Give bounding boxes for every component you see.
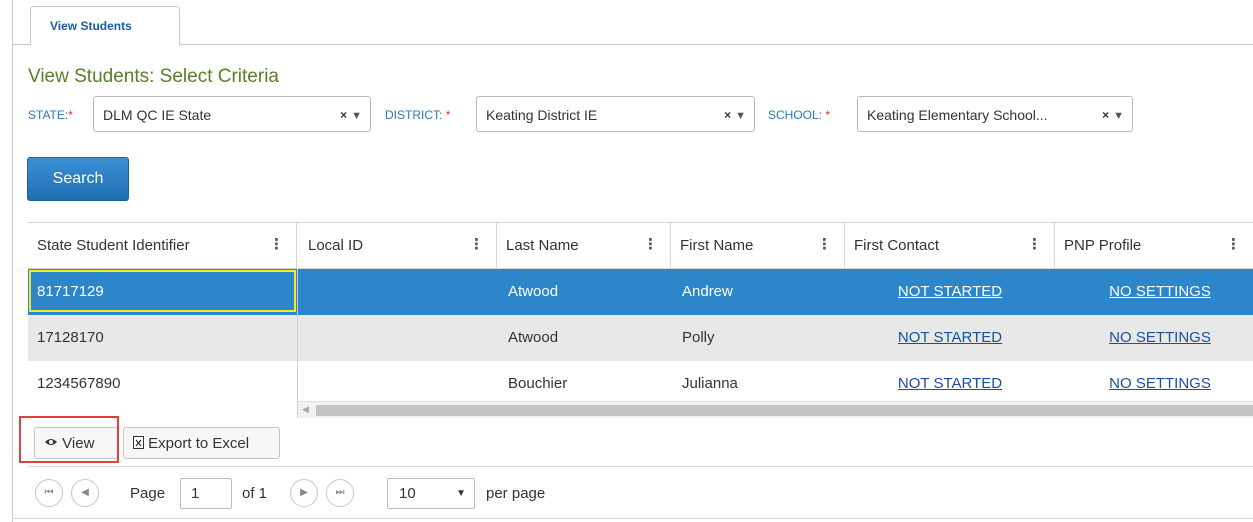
search-button[interactable]: Search [27,157,129,201]
column-menu-icon[interactable]: ⋮ [643,235,658,253]
clear-icon[interactable]: × [340,108,347,122]
pnp-profile-link[interactable]: NO SETTINGS [1109,375,1211,392]
state-select-value: DLM QC IE State [103,107,212,123]
divider [12,518,1253,519]
cell-first-name[interactable]: Polly [671,315,845,361]
district-label: DISTRICT: * [385,108,451,122]
district-select-value: Keating District IE [486,107,598,123]
pnp-profile-link[interactable]: NO SETTINGS [1109,283,1211,300]
cell-last-name[interactable]: Atwood [497,315,671,361]
focused-cell-outline [29,270,296,312]
last-page-icon[interactable]: ⏭ [326,479,354,507]
cell-last-name[interactable]: Atwood [497,269,671,315]
column-header-local-id[interactable]: Local ID ⋮ [297,223,497,269]
cell-first-name[interactable]: Andrew [671,269,845,315]
chevron-down-icon[interactable]: ▼ [351,110,362,122]
next-page-icon[interactable]: ▶ [290,479,318,507]
cell-local-id[interactable] [297,315,497,361]
page-number-input[interactable]: 1 [180,478,232,509]
table-row[interactable]: 17128170 Atwood Polly NOT STARTED NO SET… [28,315,1253,361]
export-button-label: Export to Excel [148,435,250,452]
clear-icon[interactable]: × [1102,108,1109,122]
school-select-value: Keating Elementary School... [867,107,1048,123]
cell-ssid[interactable]: 1234567890 [28,361,297,407]
pnp-profile-link[interactable]: NO SETTINGS [1109,329,1211,346]
students-grid: State Student Identifier ⋮ Local ID ⋮ Last… [28,222,1253,418]
horizontal-scrollbar[interactable]: ◀ [298,401,1253,418]
cell-ssid[interactable]: 17128170 [28,315,297,361]
state-label: STATE:* [28,108,73,122]
page-size-select[interactable]: 10 ▼ [387,478,475,509]
scroll-left-icon[interactable]: ◀ [302,404,309,415]
grid-header-row: State Student Identifier ⋮ Local ID ⋮ Last… [28,223,1253,269]
per-page-label: per page [486,485,546,502]
prev-page-icon[interactable]: ◀ [71,479,99,507]
chevron-down-icon: ▼ [456,488,466,499]
scrollbar-thumb[interactable] [316,405,1253,416]
column-menu-icon[interactable]: ⋮ [1027,235,1042,253]
chevron-down-icon[interactable]: ▼ [1113,110,1124,122]
school-select[interactable]: Keating Elementary School... × ▼ [857,96,1133,132]
view-button-highlight [19,416,119,463]
column-menu-icon[interactable]: ⋮ [469,235,484,253]
page-label: Page [130,485,166,502]
column-header-last-name[interactable]: Last Name ⋮ [497,223,671,269]
column-menu-icon[interactable]: ⋮ [1226,235,1241,253]
column-header-pnp-profile[interactable]: PNP Profile ⋮ [1055,223,1253,269]
column-menu-icon[interactable]: ⋮ [269,235,284,253]
cell-local-id[interactable] [297,269,497,315]
pager: ⏮ ◀ Page 1 of 1 ▶ ⏭ 10 ▼ per page [28,466,1253,518]
clear-icon[interactable]: × [724,108,731,122]
column-divider [297,269,298,418]
column-header-first-contact[interactable]: First Contact ⋮ [845,223,1055,269]
export-to-excel-button[interactable]: Export to Excel [123,427,280,459]
column-header-first-name[interactable]: First Name ⋮ [671,223,845,269]
grid-toolbar: View Export to Excel [28,418,1253,466]
page-title: View Students: Select Criteria [28,66,279,87]
district-select[interactable]: Keating District IE × ▼ [476,96,755,132]
page-size-value: 10 [399,485,416,502]
page-count-label: of 1 [242,485,268,502]
first-contact-link[interactable]: NOT STARTED [898,283,1002,300]
column-header-ssid[interactable]: State Student Identifier ⋮ [28,223,297,269]
tab-view-students[interactable]: View Students [30,6,180,46]
school-label: SCHOOL: * [768,108,831,122]
column-menu-icon[interactable]: ⋮ [817,235,832,253]
chevron-down-icon[interactable]: ▼ [735,110,746,122]
excel-file-icon [133,436,144,449]
first-page-icon[interactable]: ⏮ [35,479,63,507]
tab-bar: View Students [12,0,1253,46]
first-contact-link[interactable]: NOT STARTED [898,329,1002,346]
first-contact-link[interactable]: NOT STARTED [898,375,1002,392]
state-select[interactable]: DLM QC IE State × ▼ [93,96,371,132]
